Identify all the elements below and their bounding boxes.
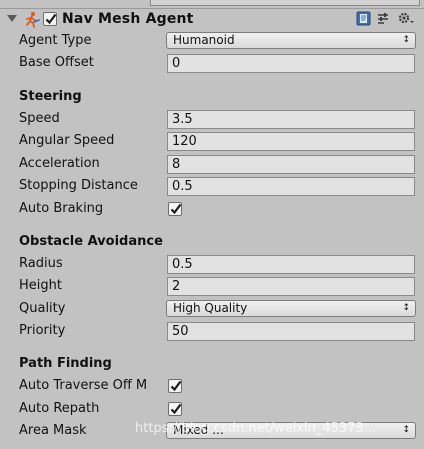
nav-mesh-agent-icon bbox=[23, 11, 41, 29]
radius-row: Radius 0.5 bbox=[4, 254, 422, 274]
dropdown-arrows-icon: ↕ bbox=[402, 35, 410, 45]
radius-field[interactable]: 0.5 bbox=[167, 255, 415, 274]
inspector-top-strip bbox=[0, 0, 424, 9]
component-header[interactable]: Nav Mesh Agent bbox=[4, 9, 422, 31]
auto-repath-row: Auto Repath bbox=[4, 399, 422, 419]
foldout-arrow-icon[interactable] bbox=[7, 15, 17, 22]
base-offset-label[interactable]: Base Offset bbox=[19, 55, 94, 70]
acceleration-field[interactable]: 8 bbox=[167, 155, 415, 174]
acceleration-label[interactable]: Acceleration bbox=[19, 156, 100, 171]
gear-icon[interactable] bbox=[397, 11, 415, 30]
dropdown-arrows-icon: ↕ bbox=[402, 425, 410, 435]
stopping-distance-row: Stopping Distance 0.5 bbox=[4, 176, 422, 196]
stopping-distance-field[interactable]: 0.5 bbox=[167, 177, 415, 196]
component-title: Nav Mesh Agent bbox=[62, 11, 194, 27]
speed-row: Speed 3.5 bbox=[4, 109, 422, 129]
auto-braking-label: Auto Braking bbox=[19, 201, 104, 216]
area-mask-row: Area Mask Mixed ... ↕ bbox=[4, 421, 422, 441]
base-offset-row: Base Offset 0 bbox=[4, 53, 422, 73]
speed-label[interactable]: Speed bbox=[19, 111, 60, 126]
auto-braking-row: Auto Braking bbox=[4, 199, 422, 219]
component-enabled-checkbox[interactable] bbox=[43, 12, 57, 26]
angular-speed-field[interactable]: 120 bbox=[167, 132, 415, 151]
auto-traverse-row: Auto Traverse Off M bbox=[4, 376, 422, 396]
stopping-distance-label[interactable]: Stopping Distance bbox=[19, 178, 138, 193]
obstacle-avoidance-section-header: Obstacle Avoidance bbox=[19, 234, 163, 249]
angular-speed-row: Angular Speed 120 bbox=[4, 131, 422, 151]
area-mask-dropdown[interactable]: Mixed ... ↕ bbox=[166, 422, 416, 439]
nav-mesh-agent-component: Nav Mesh Agent Agent Type Humanoid ↕ Bas… bbox=[4, 9, 422, 449]
auto-traverse-checkbox[interactable] bbox=[168, 379, 182, 393]
agent-type-dropdown[interactable]: Humanoid ↕ bbox=[166, 32, 416, 49]
steering-section-header: Steering bbox=[19, 89, 82, 104]
height-field[interactable]: 2 bbox=[167, 277, 415, 296]
height-label[interactable]: Height bbox=[19, 278, 62, 293]
path-finding-section-header: Path Finding bbox=[19, 356, 112, 371]
speed-field[interactable]: 3.5 bbox=[167, 110, 415, 129]
radius-label[interactable]: Radius bbox=[19, 256, 63, 271]
auto-repath-label: Auto Repath bbox=[19, 401, 100, 416]
priority-field[interactable]: 50 bbox=[167, 322, 415, 341]
acceleration-row: Acceleration 8 bbox=[4, 154, 422, 174]
quality-row: Quality High Quality ↕ bbox=[4, 299, 422, 319]
agent-type-label: Agent Type bbox=[19, 33, 92, 48]
auto-braking-checkbox[interactable] bbox=[168, 202, 182, 216]
auto-traverse-label: Auto Traverse Off M bbox=[19, 378, 148, 393]
previous-component-edge bbox=[150, 0, 420, 6]
presets-icon[interactable] bbox=[376, 11, 391, 30]
quality-value: High Quality bbox=[173, 301, 248, 315]
quality-dropdown[interactable]: High Quality ↕ bbox=[166, 300, 416, 317]
base-offset-field[interactable]: 0 bbox=[167, 54, 415, 73]
area-mask-label: Area Mask bbox=[19, 423, 87, 438]
priority-row: Priority 50 bbox=[4, 321, 422, 341]
area-mask-value: Mixed ... bbox=[173, 423, 224, 437]
angular-speed-label[interactable]: Angular Speed bbox=[19, 133, 114, 148]
agent-type-row: Agent Type Humanoid ↕ bbox=[4, 31, 422, 51]
auto-repath-checkbox[interactable] bbox=[168, 402, 182, 416]
help-book-icon[interactable] bbox=[356, 11, 371, 30]
dropdown-arrows-icon: ↕ bbox=[402, 303, 410, 313]
priority-label[interactable]: Priority bbox=[19, 323, 65, 338]
quality-label: Quality bbox=[19, 301, 66, 316]
height-row: Height 2 bbox=[4, 276, 422, 296]
agent-type-value: Humanoid bbox=[173, 33, 235, 47]
